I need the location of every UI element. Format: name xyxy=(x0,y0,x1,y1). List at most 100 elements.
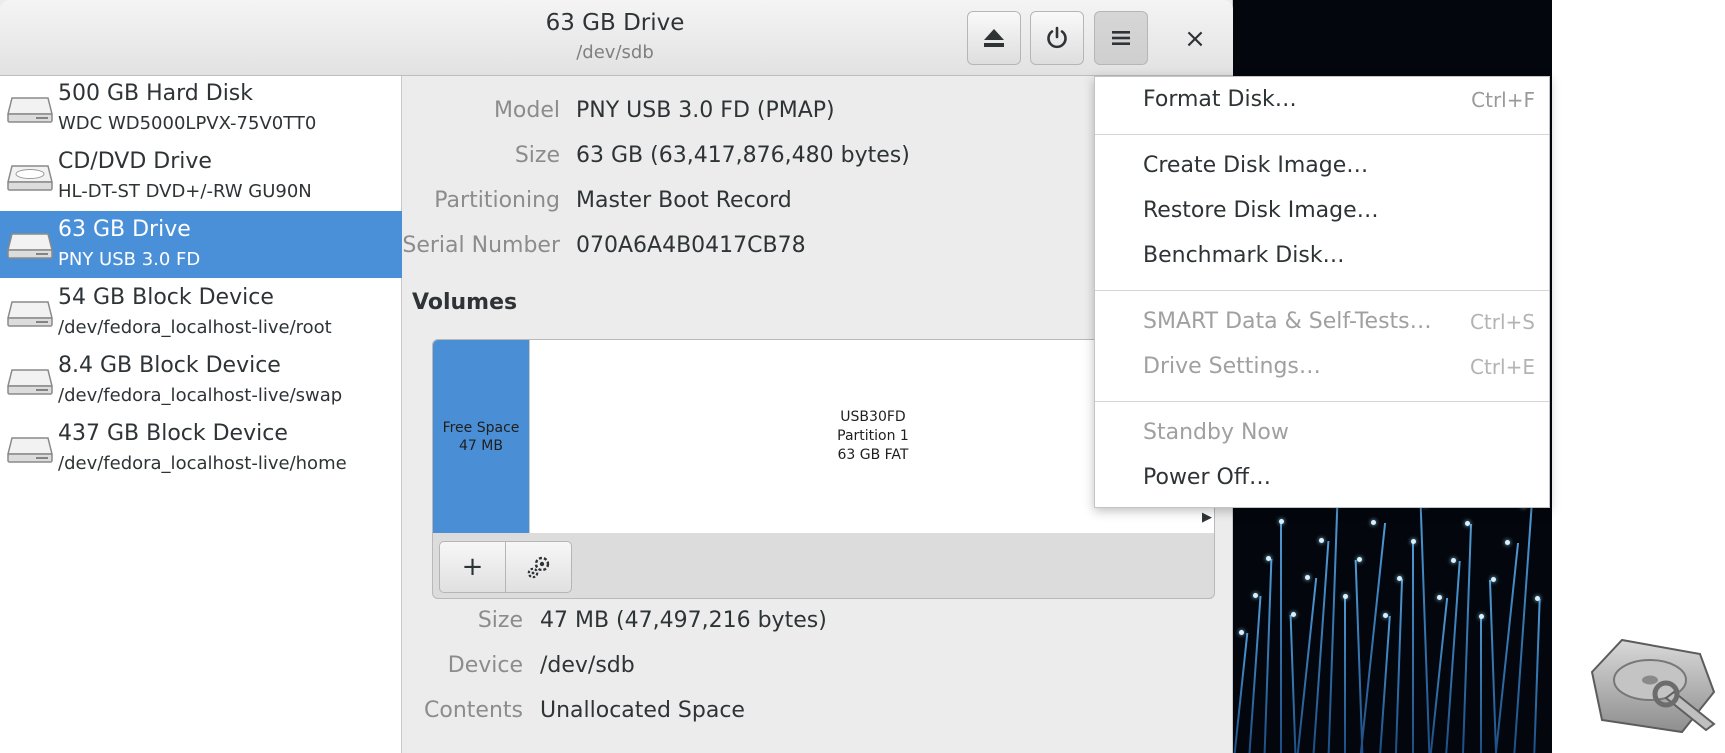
volume-property-label: Device xyxy=(447,653,523,678)
volume-property-value: Unallocated Space xyxy=(540,698,745,723)
window-subtitle: /dev/sdb xyxy=(576,42,654,63)
fiber-strand xyxy=(1412,542,1414,753)
drive-list-item[interactable]: 8.4 GB Block Device/dev/fedora_localhost… xyxy=(0,347,402,414)
fiber-light xyxy=(1253,593,1258,598)
volume-property-value: 47 MB (47,497,216 bytes) xyxy=(540,608,827,633)
fiber-strand xyxy=(1445,561,1461,753)
menu-item[interactable]: Benchmark Disk… xyxy=(1143,243,1345,268)
drive-description: /dev/fedora_localhost-live/home xyxy=(58,453,347,474)
fiber-light xyxy=(1411,539,1416,544)
drive-icon xyxy=(6,294,54,330)
disk-utility-app-icon[interactable] xyxy=(1582,632,1722,744)
fiber-light xyxy=(1305,575,1310,580)
drive-name: 63 GB Drive xyxy=(58,217,191,242)
drive-property-value: 070A6A4B0417CB78 xyxy=(576,233,806,258)
fiber-strand xyxy=(1462,524,1472,753)
fiber-strand xyxy=(1419,505,1431,753)
window-title: 63 GB Drive xyxy=(545,10,685,36)
drive-icon xyxy=(6,226,54,262)
drive-options-menu: Format Disk… Ctrl+F Create Disk Image… Rest… xyxy=(1094,76,1550,508)
fiber-light xyxy=(1371,520,1376,525)
drive-description: PNY USB 3.0 FD xyxy=(58,249,201,270)
drive-list-item[interactable]: 63 GB Drive PNY USB 3.0 FD xyxy=(0,211,402,278)
partition-number: Partition 1 xyxy=(837,428,909,444)
menu-item[interactable]: Format Disk… xyxy=(1143,87,1297,112)
fiber-strand xyxy=(1394,579,1404,753)
plus-icon: + xyxy=(461,552,484,582)
fiber-strand xyxy=(1248,596,1262,753)
drive-property-label: Serial Number xyxy=(402,233,560,258)
volume-property-value: /dev/sdb xyxy=(540,653,635,678)
fiber-light xyxy=(1266,556,1271,561)
drive-name: 437 GB Block Device xyxy=(58,421,288,446)
fiber-light xyxy=(1319,538,1324,543)
fiber-light xyxy=(1383,613,1388,618)
free-space-size: 47 MB xyxy=(459,437,503,454)
hamburger-icon xyxy=(1112,31,1130,45)
fiber-strand xyxy=(1344,597,1346,753)
fiber-strand xyxy=(1533,599,1541,753)
drive-icon xyxy=(6,362,54,398)
drive-menu-button[interactable] xyxy=(1094,11,1148,65)
drive-description: WDC WD5000LPVX-75V0TT0 xyxy=(58,113,317,134)
fiber-light xyxy=(1279,519,1284,524)
menu-accelerator: Ctrl+S xyxy=(1469,310,1535,334)
drive-name: 54 GB Block Device xyxy=(58,285,274,310)
fiber-light xyxy=(1535,596,1540,601)
drive-property-label: Model xyxy=(493,98,560,123)
scroll-right-arrow-icon[interactable]: ▶ xyxy=(1202,508,1212,527)
menu-accelerator: Ctrl+E xyxy=(1470,355,1535,379)
menu-separator xyxy=(1095,134,1549,135)
drive-property-value: PNY USB 3.0 FD (PMAP) xyxy=(576,98,835,123)
free-space-segment[interactable]: Free Space 47 MB xyxy=(433,340,529,533)
eject-button[interactable] xyxy=(967,11,1021,65)
drive-list-item[interactable]: CD/DVD Drive HL-DT-ST DVD+/-RW GU90N xyxy=(0,143,402,210)
drive-list-item[interactable]: 500 GB Hard Disk WDC WD5000LPVX-75V0TT0 xyxy=(0,75,402,142)
drive-property-label: Partitioning xyxy=(434,188,560,213)
drive-property-value: 63 GB (63,417,876,480 bytes) xyxy=(576,143,910,168)
fiber-light xyxy=(1291,612,1296,617)
close-button[interactable]: × xyxy=(1170,21,1220,57)
partition-options-button[interactable] xyxy=(505,541,572,593)
volumes-heading: Volumes xyxy=(412,290,518,315)
optical-drive-icon xyxy=(6,158,54,194)
fiber-strand xyxy=(1233,633,1249,753)
fiber-strand xyxy=(1379,616,1391,753)
drive-property-label: Size xyxy=(514,143,560,168)
menu-item: Drive Settings… xyxy=(1143,354,1321,379)
menu-item[interactable]: Restore Disk Image… xyxy=(1143,198,1379,223)
drive-icon xyxy=(6,430,54,466)
fiber-strand xyxy=(1429,598,1449,753)
fiber-light xyxy=(1343,594,1348,599)
menu-item: SMART Data & Self-Tests… xyxy=(1143,309,1432,334)
fiber-strand xyxy=(1280,522,1282,753)
fiber-light xyxy=(1397,576,1402,581)
power-icon xyxy=(1047,26,1067,49)
power-off-button[interactable] xyxy=(1030,11,1084,65)
drive-description: /dev/fedora_localhost-live/root xyxy=(58,317,332,338)
drive-name: 8.4 GB Block Device xyxy=(58,353,281,378)
menu-item[interactable]: Power Off… xyxy=(1143,465,1271,490)
drive-list-item[interactable]: 437 GB Block Device/dev/fedora_localhost… xyxy=(0,415,402,482)
fiber-light xyxy=(1239,630,1244,635)
menu-item[interactable]: Create Disk Image… xyxy=(1143,153,1368,178)
fiber-strand xyxy=(1263,559,1273,753)
close-icon: × xyxy=(1184,24,1206,54)
fiber-strand xyxy=(1289,615,1297,753)
fiber-light xyxy=(1491,577,1496,582)
create-partition-button[interactable]: + xyxy=(439,541,506,593)
fiber-light xyxy=(1357,557,1362,562)
drive-name: CD/DVD Drive xyxy=(58,149,212,174)
fiber-light xyxy=(1505,540,1510,545)
drive-list-item[interactable]: 54 GB Block Device/dev/fedora_localhost-… xyxy=(0,279,402,346)
menu-separator xyxy=(1095,401,1549,402)
header-bar: 63 GB Drive /dev/sdb × xyxy=(0,0,1233,76)
fiber-strand xyxy=(1488,580,1498,753)
gears-icon xyxy=(527,556,549,579)
partition-label: USB30FD xyxy=(840,409,906,425)
fiber-strand xyxy=(1480,617,1482,753)
fiber-light xyxy=(1451,558,1456,563)
drive-property-value: Master Boot Record xyxy=(576,188,792,213)
disks-window: 63 GB Drive /dev/sdb × 500 GB Hard Disk … xyxy=(0,0,1233,753)
drive-list: 500 GB Hard Disk WDC WD5000LPVX-75V0TT0 CD… xyxy=(0,76,402,753)
